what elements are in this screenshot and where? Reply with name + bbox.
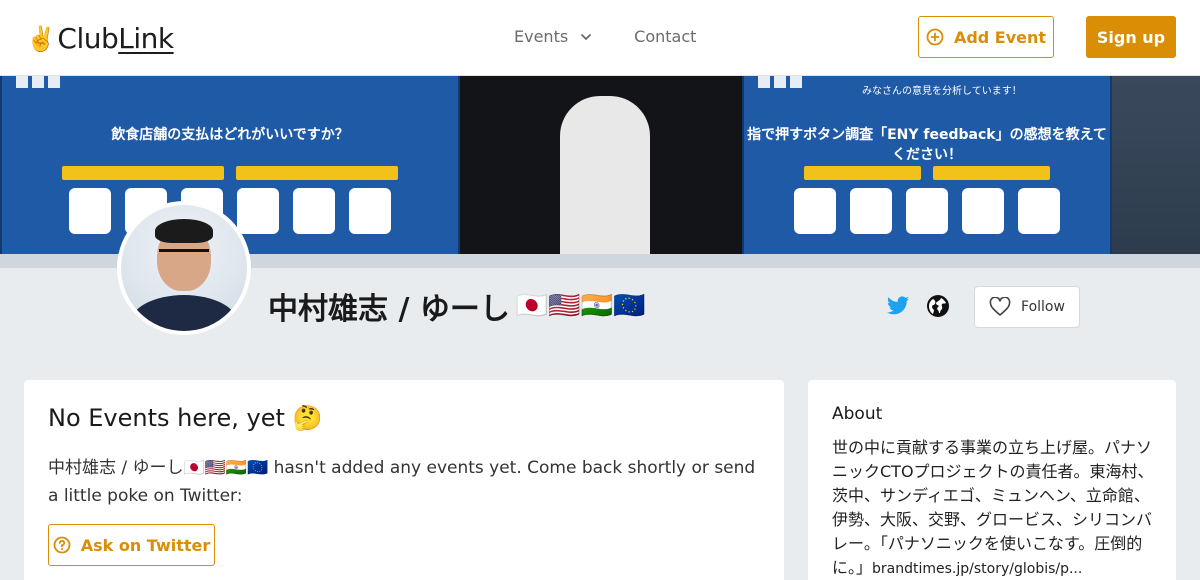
- twitter-icon[interactable]: [886, 294, 910, 318]
- ask-on-twitter-button[interactable]: Ask on Twitter: [48, 524, 215, 566]
- about-bio-link[interactable]: brandtimes.jp/story/globis/p...: [872, 561, 1082, 577]
- banner-right-heading: 指で押すボタン調査「ENY feedback」の感想を教えてください！: [747, 127, 1107, 163]
- banner-right-top: みなさんの意見を分析しています！: [862, 86, 1022, 97]
- sign-up-label: Sign up: [1096, 27, 1166, 47]
- smart-speaker-image: [560, 96, 650, 268]
- banner-right-buttons: [754, 188, 1100, 234]
- no-events-message: 中村雄志 / ゆーし🇯🇵🇺🇸🇮🇳🇪🇺 hasn't added any even…: [48, 458, 756, 506]
- about-bio: 世の中に貢献する事業の立ち上げ屋。パナソニックCTOプロジェクトの責任者。東海村…: [832, 436, 1156, 580]
- banner-right-pills: [804, 166, 1050, 180]
- chevron-down-icon: [581, 33, 592, 40]
- events-card: No Events here, yet 🤔 中村雄志 / ゆーし🇯🇵🇺🇸🇮🇳🇪🇺…: [24, 380, 784, 580]
- about-bio-text: 世の中に貢献する事業の立ち上げ屋。パナソニックCTOプロジェクトの責任者。東海村…: [832, 438, 1154, 577]
- plus-circle-icon: [926, 28, 944, 46]
- main-nav: Events Contact: [514, 27, 696, 46]
- sign-up-button[interactable]: Sign up: [1086, 16, 1176, 58]
- banner-left-pills: [62, 166, 398, 180]
- banner-left-heading: 飲食店舗の支払はどれがいいですか？: [111, 127, 349, 143]
- top-navbar: ✌️ Club Link Events Contact Add Event Si…: [0, 0, 1200, 76]
- about-card: About 世の中に貢献する事業の立ち上げ屋。パナソニックCTOプロジェクトの責…: [808, 380, 1176, 580]
- logo-text-link: Link: [118, 22, 174, 55]
- nav-events-dropdown[interactable]: Events: [514, 27, 592, 46]
- victory-hand-icon: ✌️: [26, 24, 56, 53]
- poster-icons: [16, 76, 60, 88]
- add-event-label: Add Event: [953, 27, 1047, 47]
- about-title: About: [832, 404, 883, 424]
- profile-name: 中村雄志 / ゆーし 🇯🇵🇺🇸🇮🇳🇪🇺: [268, 284, 645, 328]
- ask-on-twitter-label: Ask on Twitter: [80, 535, 211, 555]
- help-circle-icon: [53, 536, 71, 554]
- avatar-photo: [121, 205, 247, 331]
- follow-button[interactable]: Follow: [974, 286, 1080, 328]
- profile-flags: 🇯🇵🇺🇸🇮🇳🇪🇺: [515, 291, 646, 321]
- globe-icon[interactable]: [926, 294, 950, 318]
- profile-avatar: [117, 201, 251, 335]
- heart-icon: [989, 297, 1011, 316]
- logo-text-club: Club: [57, 22, 119, 55]
- clublink-logo[interactable]: ✌️ Club Link: [26, 22, 174, 55]
- poster-icons: [758, 76, 802, 88]
- nav-contact-link[interactable]: Contact: [634, 27, 696, 46]
- add-event-button[interactable]: Add Event: [918, 16, 1054, 58]
- nav-events-label: Events: [514, 27, 569, 46]
- no-events-title: No Events here, yet 🤔: [48, 404, 323, 432]
- banner-right-poster: みなさんの意見を分析しています！ 指で押すボタン調査「ENY feedback」…: [742, 76, 1112, 266]
- follow-label: Follow: [1021, 299, 1065, 315]
- profile-name-text: 中村雄志 / ゆーし: [268, 292, 510, 327]
